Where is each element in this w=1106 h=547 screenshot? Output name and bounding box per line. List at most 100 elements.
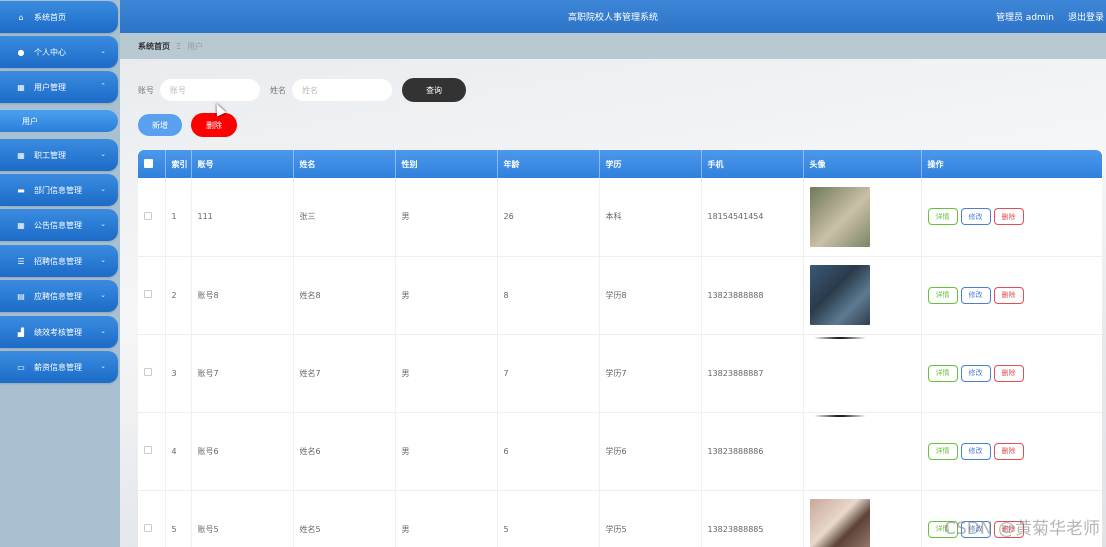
breadcrumb-home[interactable]: 系统首页 — [138, 41, 170, 52]
table-row: 1 111 张三 男 26 本科 18154541454 详情 修改 删除 — [138, 178, 1102, 256]
chevron-up-icon: ⌃ — [100, 82, 106, 90]
cell-index: 3 — [165, 334, 192, 412]
avatar — [809, 499, 870, 547]
sidebar-item-label: 应聘信息管理 — [34, 291, 82, 301]
add-button[interactable]: 新增 — [138, 114, 182, 136]
row-checkbox[interactable] — [144, 368, 152, 376]
column-header: 姓名 — [293, 150, 396, 178]
column-header: 年龄 — [497, 150, 600, 178]
sidebar-item-label: 公告信息管理 — [34, 220, 82, 230]
user-table: 索引 账号 姓名 性别 年龄 学历 手机 头像 操作 1 111 张三 男 26… — [138, 150, 1102, 547]
cell-gender: 男 — [395, 178, 498, 256]
user-icon: ● — [17, 47, 25, 57]
user-table-wrap: 索引 账号 姓名 性别 年龄 学历 手机 头像 操作 1 111 张三 男 26… — [138, 150, 1102, 547]
detail-button[interactable]: 详情 — [927, 364, 958, 382]
detail-button[interactable]: 详情 — [927, 208, 958, 226]
chevron-down-icon: ⌄ — [100, 256, 106, 264]
cell-account: 111 — [191, 178, 294, 256]
batch-delete-button[interactable]: 删除 — [191, 113, 237, 137]
detail-button[interactable]: 详情 — [927, 442, 958, 460]
cell-name: 张三 — [293, 178, 396, 256]
edit-button[interactable]: 修改 — [960, 364, 991, 382]
sidebar-item-application[interactable]: ▤ 应聘信息管理 ⌄ — [0, 280, 118, 312]
cell-account: 账号7 — [191, 334, 294, 412]
row-checkbox[interactable] — [144, 211, 152, 220]
sidebar-item-label: 招聘信息管理 — [34, 256, 82, 266]
edit-button[interactable]: 修改 — [960, 286, 991, 304]
chevron-down-icon: ⌄ — [100, 185, 106, 193]
sidebar: ⌂ 系统首页 ● 个人中心 ⌄ ▦ 用户管理 ⌃ 用户 ▦ 职工管理 ⌄ ▬ 部… — [0, 0, 120, 547]
grid-icon: ▦ — [17, 220, 25, 230]
avatar — [809, 265, 870, 325]
sidebar-item-home[interactable]: ⌂ 系统首页 — [0, 1, 118, 33]
cell-index: 5 — [165, 490, 192, 547]
sidebar-item-recruitment[interactable]: ☰ 招聘信息管理 ⌄ — [0, 245, 118, 277]
detail-button[interactable]: 详情 — [927, 286, 958, 304]
avatar — [810, 409, 870, 469]
cell-gender: 男 — [395, 412, 498, 490]
chart-icon: ▟ — [17, 327, 25, 337]
chevron-down-icon: ⌄ — [100, 362, 106, 370]
column-header: 索引 — [165, 150, 192, 178]
account-label: 账号 — [138, 85, 154, 95]
column-header: 头像 — [803, 150, 922, 178]
edit-button[interactable]: 修改 — [960, 208, 991, 226]
sidebar-item-personal-center[interactable]: ● 个人中心 ⌄ — [0, 36, 118, 68]
table-row: 4 账号6 姓名6 男 6 学历6 13823888886 详情 修改 删除 — [138, 412, 1102, 490]
delete-button[interactable]: 删除 — [993, 364, 1024, 382]
sidebar-item-performance[interactable]: ▟ 绩效考核管理 ⌄ — [0, 316, 118, 348]
select-all-header[interactable] — [138, 150, 166, 178]
chevron-down-icon: ⌄ — [100, 327, 106, 335]
cell-index: 1 — [165, 178, 192, 256]
sidebar-item-staff-management[interactable]: ▦ 职工管理 ⌄ — [0, 139, 118, 171]
row-checkbox[interactable] — [144, 446, 152, 454]
chevron-down-icon: ⌄ — [100, 47, 106, 55]
sidebar-item-announcement[interactable]: ▦ 公告信息管理 ⌄ — [0, 209, 118, 241]
cell-age: 6 — [497, 412, 600, 490]
column-header: 账号 — [191, 150, 294, 178]
sidebar-item-salary[interactable]: ▭ 薪资信息管理 ⌄ — [0, 351, 118, 383]
cell-age: 8 — [497, 256, 600, 334]
table-header-row: 索引 账号 姓名 性别 年龄 学历 手机 头像 操作 — [138, 150, 1102, 178]
delete-button[interactable]: 删除 — [993, 286, 1024, 304]
home-icon: ⌂ — [18, 12, 24, 22]
cell-phone: 13823888887 — [701, 334, 804, 412]
column-header: 操作 — [921, 150, 1102, 178]
cell-age: 26 — [497, 178, 600, 256]
cell-phone: 13823888886 — [701, 412, 804, 490]
sliders-icon: ☰ — [17, 256, 25, 266]
cell-account: 账号6 — [191, 412, 294, 490]
logout-link[interactable]: 退出登录 — [1068, 10, 1104, 23]
sidebar-item-user-management[interactable]: ▦ 用户管理 ⌃ — [0, 71, 118, 103]
grid-icon: ▦ — [17, 82, 25, 92]
select-all-checkbox[interactable] — [144, 158, 153, 168]
delete-button[interactable]: 删除 — [993, 442, 1024, 460]
row-checkbox[interactable] — [144, 524, 152, 532]
main-content: 账号 姓名 查询 新增 删除 索引 账号 姓名 性别 年龄 学历 — [120, 59, 1106, 547]
avatar — [810, 331, 870, 391]
cell-gender: 男 — [395, 490, 498, 547]
cell-phone: 13823888888 — [701, 256, 804, 334]
breadcrumb-separator: Ξ — [176, 41, 182, 51]
row-checkbox[interactable] — [144, 290, 152, 298]
query-button[interactable]: 查询 — [402, 78, 466, 102]
monitor-icon: ▭ — [17, 362, 25, 372]
chevron-down-icon: ⌄ — [100, 291, 106, 299]
cell-phone: 18154541454 — [701, 178, 804, 256]
edit-button[interactable]: 修改 — [960, 442, 991, 460]
top-bar: 高职院校人事管理系统 管理员 admin 退出登录 — [120, 0, 1106, 33]
account-input[interactable] — [160, 79, 260, 101]
cell-name: 姓名7 — [293, 334, 396, 412]
cell-name: 姓名8 — [293, 256, 396, 334]
sidebar-subitem-users[interactable]: 用户 — [0, 110, 118, 132]
app-title: 高职院校人事管理系统 — [567, 13, 658, 23]
sidebar-item-department[interactable]: ▬ 部门信息管理 ⌄ — [0, 174, 118, 206]
delete-button[interactable]: 删除 — [993, 208, 1024, 226]
sidebar-item-label: 职工管理 — [34, 150, 66, 160]
current-user: 管理员 admin — [995, 13, 1054, 23]
avatar — [809, 186, 870, 247]
search-bar: 账号 姓名 查询 — [138, 78, 466, 102]
cell-index: 4 — [165, 412, 192, 490]
name-input[interactable] — [292, 79, 392, 101]
breadcrumb-current: 用户 — [187, 41, 204, 51]
